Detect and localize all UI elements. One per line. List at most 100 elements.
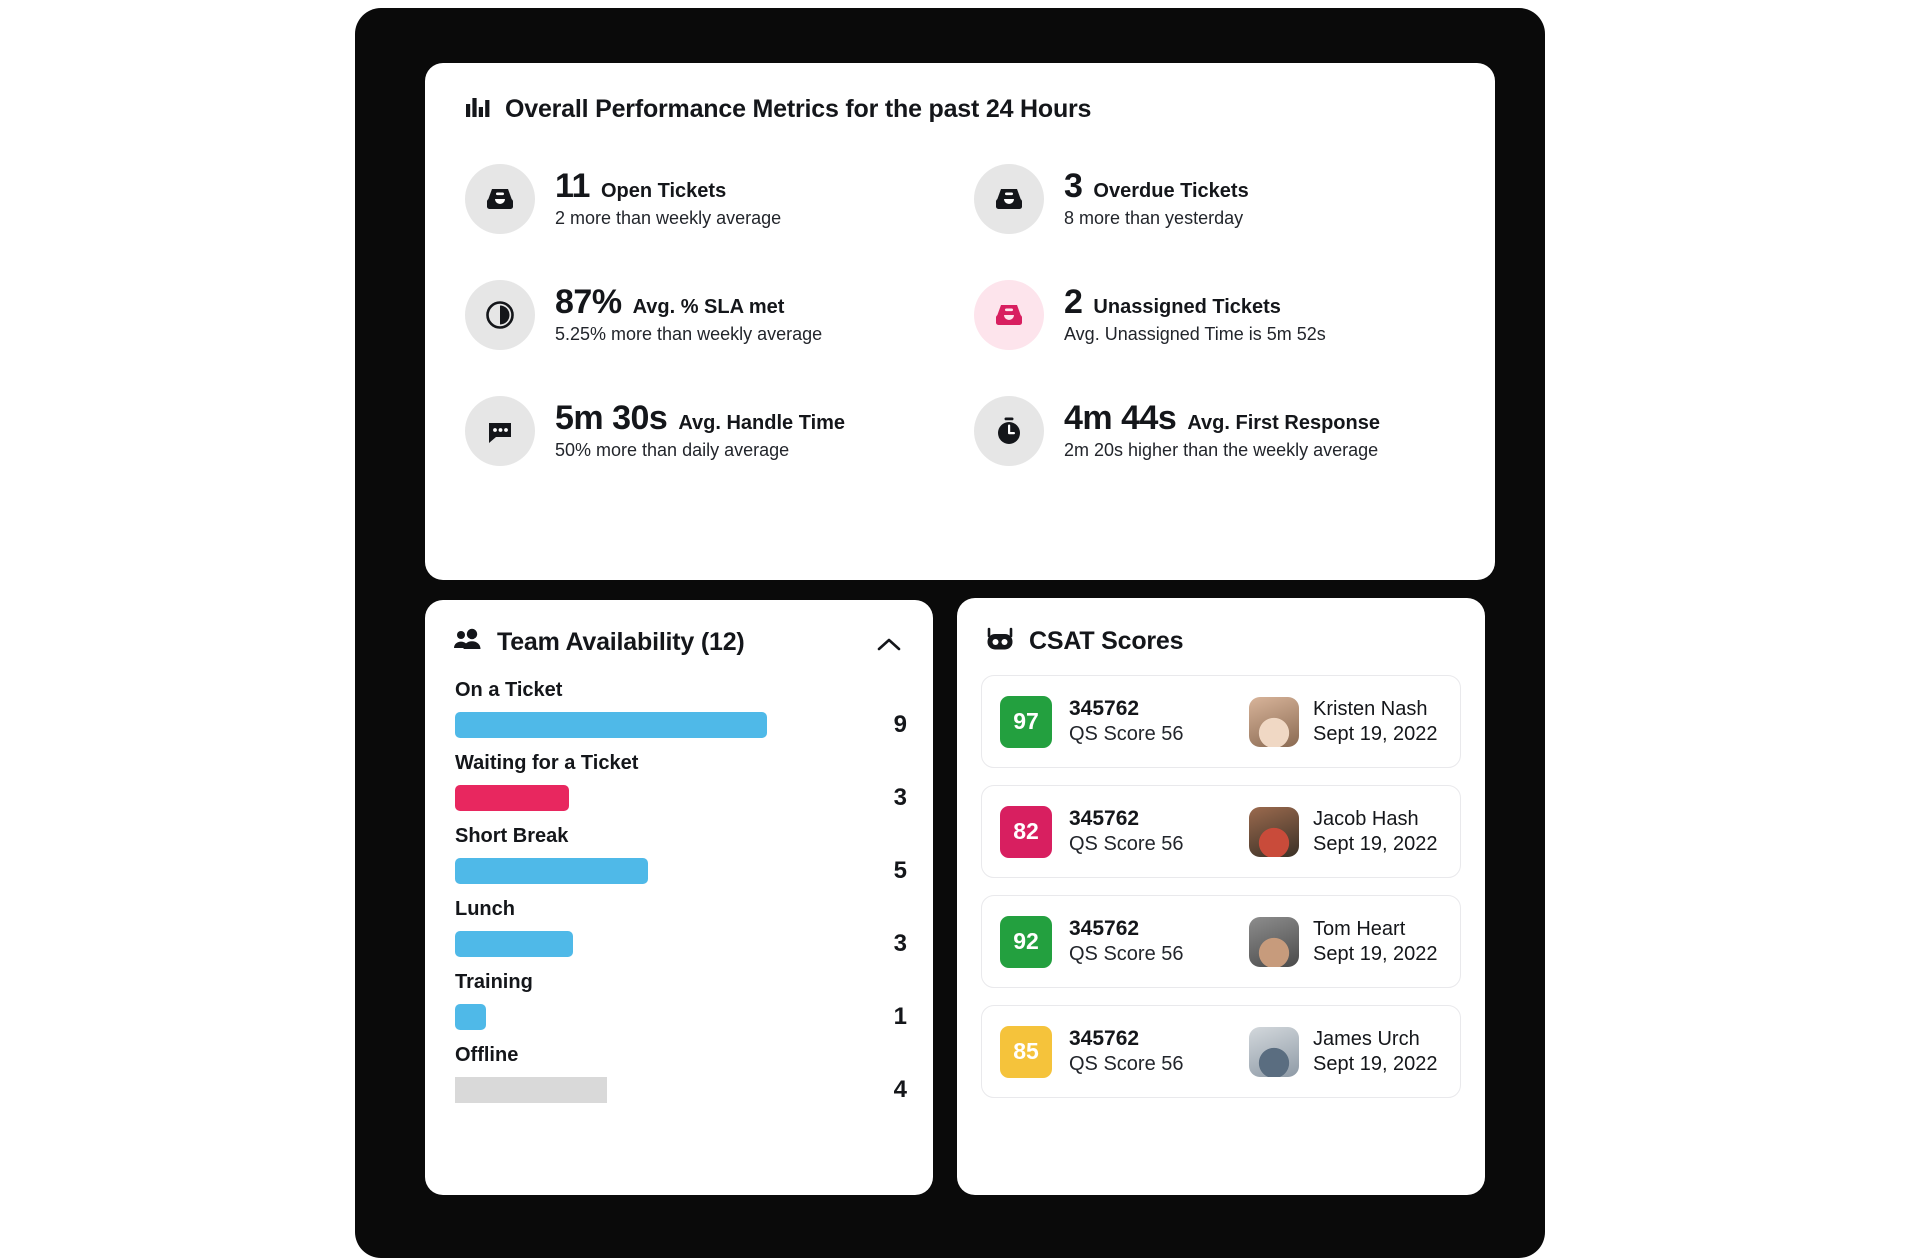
availability-row[interactable]: Lunch 3	[455, 898, 907, 958]
csat-date: Sept 19, 2022	[1313, 942, 1438, 965]
csat-qs-score: QS Score 56	[1069, 833, 1184, 855]
metric-subtext: 8 more than yesterday	[1064, 207, 1244, 228]
chevron-up-icon[interactable]	[875, 630, 903, 658]
metric-body: 87% Avg. % SLA met 5.25% more than weekl…	[555, 284, 823, 345]
availability-bar-line: 3	[455, 784, 907, 812]
metric-sla-met[interactable]: 87% Avg. % SLA met 5.25% more than weekl…	[447, 270, 956, 360]
csat-scores-card: CSAT Scores 97 345762 QS Score 56 Kristen N…	[957, 598, 1485, 1195]
csat-agent-name: Jacob Hash	[1313, 807, 1419, 830]
availability-row-count: 3	[893, 784, 907, 811]
metric-headline: 3 Overdue Tickets	[1064, 168, 1249, 205]
avatar	[1249, 696, 1299, 747]
csat-agent-info: Jacob Hash Sept 19, 2022	[1313, 808, 1438, 856]
pie-clock-icon	[465, 280, 535, 350]
metric-headline: 87% Avg. % SLA met	[555, 284, 822, 321]
csat-row[interactable]: 82 345762 QS Score 56 Jacob Hash Sept 19, 20…	[981, 785, 1461, 878]
csat-row[interactable]: 97 345762 QS Score 56 Kristen Nash Sept 19, …	[981, 675, 1461, 768]
metric-label: Avg. % SLA met	[632, 296, 785, 319]
metric-headline: 11 Open Tickets	[555, 167, 781, 206]
metric-subtext: 50% more than daily average	[555, 439, 790, 460]
availability-row[interactable]: Training 1	[455, 971, 907, 1031]
csat-date: Sept 19, 2022	[1313, 722, 1438, 745]
metric-body: 4m 44s Avg. First Response 2m 20s higher…	[1064, 399, 1380, 461]
inbox-tray-icon	[974, 280, 1044, 350]
csat-date: Sept 19, 2022	[1313, 832, 1438, 855]
metric-overdue-tickets[interactable]: 3 Overdue Tickets 8 more than yesterday	[956, 154, 1465, 244]
csat-qs-score: QS Score 56	[1069, 1053, 1184, 1075]
overall-performance-metrics-card: Overall Performance Metrics for the past…	[425, 63, 1495, 580]
metric-value: 4m 44s	[1064, 399, 1177, 438]
availability-bar-fill	[455, 1077, 607, 1103]
metric-body: 5m 30s Avg. Handle Time 50% more than da…	[555, 399, 846, 461]
metric-body: 11 Open Tickets 2 more than weekly avera…	[555, 167, 781, 229]
metric-subtext: Avg. Unassigned Time is 5m 52s	[1064, 323, 1326, 344]
inbox-tray-icon	[974, 164, 1044, 234]
chat-bubble-icon	[465, 396, 535, 466]
metric-subtext: 5.25% more than weekly average	[555, 323, 823, 344]
bar-chart-icon	[465, 95, 491, 124]
availability-row-label: Waiting for a Ticket	[455, 752, 639, 774]
metric-headline: 4m 44s Avg. First Response	[1064, 399, 1380, 438]
availability-row[interactable]: Short Break 5	[455, 825, 907, 885]
availability-bar-track	[455, 858, 859, 884]
availability-bar-track	[455, 1004, 859, 1030]
csat-ticket-id: 345762	[1069, 1027, 1140, 1050]
availability-row[interactable]: Waiting for a Ticket 3	[455, 752, 907, 812]
csat-ticket-id: 345762	[1069, 807, 1140, 830]
screen-root: Overall Performance Metrics for the past…	[0, 0, 1920, 1260]
availability-row-count: 9	[893, 711, 907, 738]
metric-headline: 5m 30s Avg. Handle Time	[555, 399, 846, 438]
availability-bar-line: 4	[455, 1076, 907, 1104]
metrics-grid: 11 Open Tickets 2 more than weekly avera…	[425, 124, 1495, 476]
status-badge: 85	[1000, 1025, 1052, 1078]
metric-label: Open Tickets	[600, 180, 727, 203]
metric-value: 5m 30s	[555, 399, 668, 438]
availability-bar-fill	[455, 931, 573, 957]
metric-body: 3 Overdue Tickets 8 more than yesterday	[1064, 168, 1249, 229]
csat-row[interactable]: 92 345762 QS Score 56 Tom Heart Sept 19, 202…	[981, 895, 1461, 988]
availability-row[interactable]: On a Ticket 9	[455, 679, 907, 739]
metric-unassigned-tickets[interactable]: 2 Unassigned Tickets Avg. Unassigned Tim…	[956, 270, 1465, 360]
csat-qs-score: QS Score 56	[1069, 943, 1184, 965]
csat-date: Sept 19, 2022	[1313, 1052, 1438, 1075]
csat-ticket-info: 345762 QS Score 56	[1069, 697, 1249, 746]
csat-ticket-id: 345762	[1069, 697, 1140, 720]
metric-avg-first-response[interactable]: 4m 44s Avg. First Response 2m 20s higher…	[956, 386, 1465, 476]
status-badge: 92	[1000, 915, 1052, 968]
metric-label: Avg. Handle Time	[678, 412, 846, 435]
csat-ticket-info: 345762 QS Score 56	[1069, 1027, 1249, 1076]
availability-bar-line: 1	[455, 1003, 907, 1031]
status-badge: 82	[1000, 805, 1052, 858]
availability-row-count: 4	[893, 1076, 907, 1103]
availability-bar-fill	[455, 1004, 486, 1030]
status-badge: 97	[1000, 695, 1052, 748]
availability-row-count: 3	[893, 930, 907, 957]
csat-ticket-info: 345762 QS Score 56	[1069, 807, 1249, 856]
metric-open-tickets[interactable]: 11 Open Tickets 2 more than weekly avera…	[447, 154, 956, 244]
availability-row[interactable]: Offline 4	[455, 1044, 907, 1104]
csat-agent-info: James Urch Sept 19, 2022	[1313, 1028, 1438, 1076]
availability-row-label: Offline	[455, 1044, 519, 1066]
metric-label: Unassigned Tickets	[1093, 296, 1281, 319]
availability-bar-line: 5	[455, 857, 907, 885]
metric-body: 2 Unassigned Tickets Avg. Unassigned Tim…	[1064, 283, 1326, 345]
csat-card-header: CSAT Scores	[957, 598, 1485, 657]
csat-agent-info: Kristen Nash Sept 19, 2022	[1313, 698, 1438, 746]
metric-avg-handle-time[interactable]: 5m 30s Avg. Handle Time 50% more than da…	[447, 386, 956, 476]
availability-bar-fill	[455, 785, 569, 811]
availability-bar-line: 9	[455, 711, 907, 739]
team-card-header: Team Availability (12)	[425, 600, 933, 657]
metric-value: 2	[1064, 283, 1083, 322]
availability-bar-track	[455, 712, 859, 738]
metric-value: 11	[555, 167, 590, 206]
availability-bar-fill	[455, 712, 767, 738]
availability-bar-track	[455, 785, 859, 811]
availability-row-count: 1	[893, 1003, 907, 1030]
csat-row[interactable]: 85 345762 QS Score 56 James Urch Sept 19, 20…	[981, 1005, 1461, 1098]
csat-agent-name: Tom Heart	[1313, 917, 1406, 940]
bot-head-icon	[985, 626, 1015, 657]
availability-bar-chart: On a Ticket 9 Waiting for a Ticket 3 Short B…	[425, 657, 933, 1104]
csat-agent-name: Kristen Nash	[1313, 697, 1428, 720]
csat-agent-name: James Urch	[1313, 1027, 1420, 1050]
availability-bar-line: 3	[455, 930, 907, 958]
